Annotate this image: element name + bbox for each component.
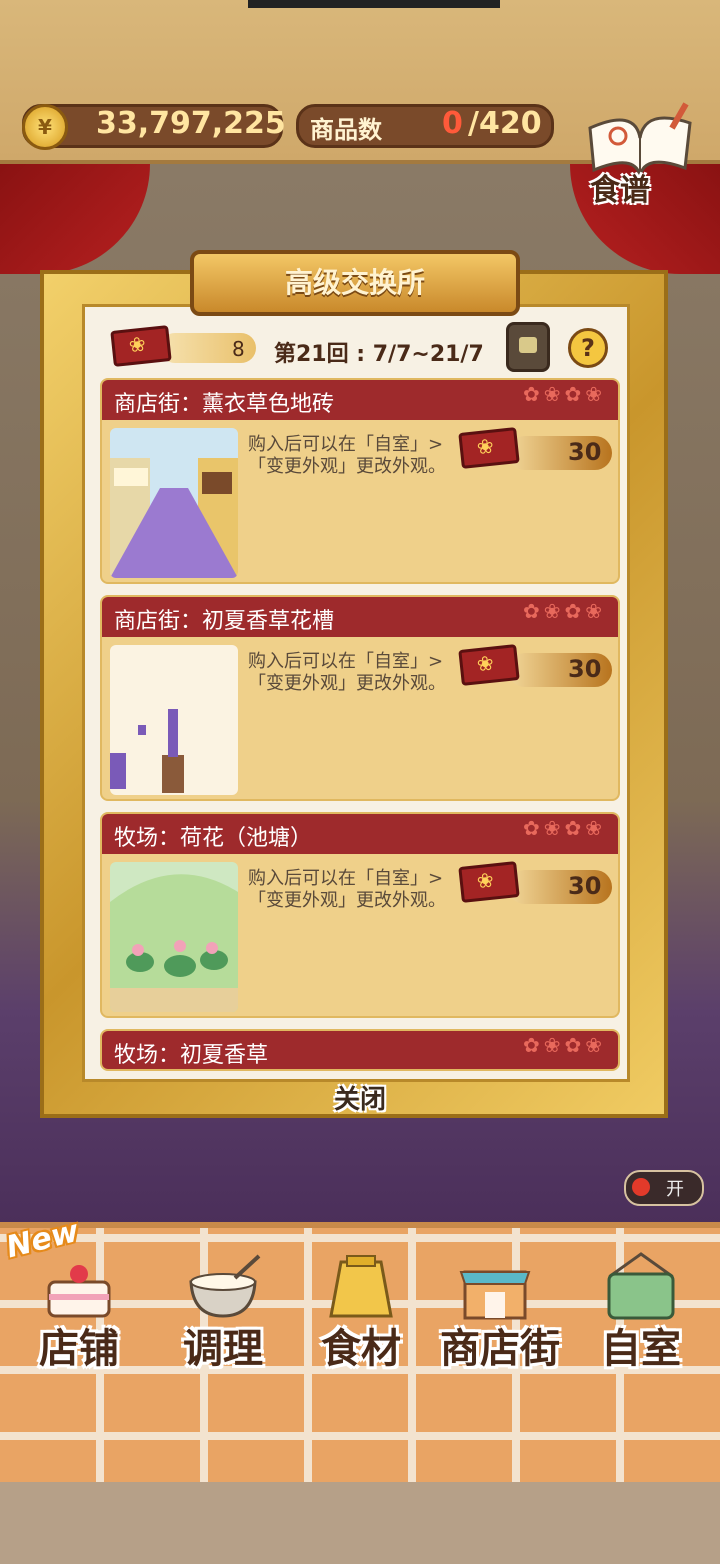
open-toggle-label: 开 bbox=[666, 1179, 684, 1200]
item-title: 商店街：薰衣草色地砖 bbox=[114, 392, 335, 417]
lotus-pond-preview bbox=[110, 862, 238, 1012]
money-value: 33,797,225 bbox=[96, 106, 286, 141]
exchange-round-period: 第21回 : 7/7~21/7 bbox=[274, 342, 484, 367]
floor bbox=[0, 1482, 720, 1564]
close-button[interactable]: 关闭 bbox=[300, 1078, 420, 1122]
nav-cooking-label: 调理 bbox=[183, 1326, 263, 1372]
exchange-ticket-icon bbox=[458, 644, 520, 686]
nav-ingredients-button[interactable]: 食材 bbox=[296, 1232, 426, 1382]
flour-sack-icon bbox=[329, 1255, 393, 1318]
item-price: 30 bbox=[568, 438, 602, 466]
close-button-label: 关闭 bbox=[333, 1085, 386, 1115]
item-price: 30 bbox=[568, 872, 602, 900]
item-title: 牧场：初夏香草 bbox=[114, 1043, 269, 1068]
recipe-label: 食谱 bbox=[590, 173, 650, 208]
goods-count-label: 商品数 bbox=[310, 116, 382, 144]
nav-shopping-street-button[interactable]: 商店街 bbox=[430, 1232, 570, 1382]
yen-coin-icon: ¥ bbox=[22, 104, 68, 150]
exchange-item-card[interactable]: 商店街：薰衣草色地砖 ✿❀✿❀ 购入后可以在「自室」>「变更外观」更改外观。 3… bbox=[100, 378, 620, 584]
exchange-ticket-icon bbox=[458, 427, 520, 469]
modal-title-plate: 高级交换所 bbox=[190, 250, 520, 316]
lavender-tile-preview bbox=[110, 428, 238, 578]
nav-my-room-label: 自室 bbox=[601, 1326, 681, 1372]
rose-decoration-icon: ✿❀✿❀ bbox=[522, 816, 606, 840]
rose-decoration-icon: ✿❀✿❀ bbox=[522, 382, 606, 406]
nav-shopping-street-label: 商店街 bbox=[440, 1326, 560, 1372]
mixing-bowl-icon bbox=[189, 1254, 261, 1318]
exchange-ticket-icon bbox=[110, 325, 172, 367]
nav-my-room-button[interactable]: 自室 bbox=[576, 1232, 706, 1382]
capsule-machine-button[interactable] bbox=[506, 322, 550, 372]
item-description: 购入后可以在「自室」>「变更外观」更改外观。 bbox=[248, 434, 446, 477]
camera-notch bbox=[248, 0, 500, 8]
exchange-item-card[interactable]: 牧场：初夏香草 ✿❀✿❀ bbox=[100, 1029, 620, 1071]
item-title: 商店街：初夏香草花槽 bbox=[114, 609, 335, 634]
cake-icon bbox=[47, 1265, 111, 1318]
item-price: 30 bbox=[568, 655, 602, 683]
nav-ingredients-label: 食材 bbox=[321, 1326, 401, 1372]
item-description: 购入后可以在「自室」>「变更外观」更改外观。 bbox=[248, 651, 446, 694]
exchange-item-card[interactable]: 牧场：荷花（池塘） ✿❀✿❀ 购入后可以在「自室」>「变更外观」更改外观。 30 bbox=[100, 812, 620, 1018]
exchange-item-card[interactable]: 商店街：初夏香草花槽 ✿❀✿❀ 购入后可以在「自室」>「变更外观」更改外观。 3… bbox=[100, 595, 620, 801]
open-toggle[interactable]: 开 bbox=[624, 1170, 704, 1206]
storefront-icon bbox=[459, 1270, 531, 1320]
ticket-count-value: 8 bbox=[232, 337, 245, 361]
goods-count-max: /420 bbox=[468, 106, 542, 141]
item-title: 牧场：荷花（池塘） bbox=[114, 826, 313, 851]
item-description: 购入后可以在「自室」>「变更外观」更改外观。 bbox=[248, 868, 446, 911]
rose-decoration-icon: ✿❀✿❀ bbox=[522, 599, 606, 623]
rose-decoration-icon: ✿❀✿❀ bbox=[522, 1033, 606, 1057]
help-button[interactable]: ? bbox=[568, 328, 608, 368]
goods-count-current: 0 bbox=[442, 106, 463, 141]
exchange-ticket-icon bbox=[458, 861, 520, 903]
status-dot-icon bbox=[632, 1178, 650, 1196]
staff-only-sign-icon bbox=[607, 1252, 675, 1320]
modal-title: 高级交换所 bbox=[284, 266, 425, 299]
herb-planter-preview bbox=[110, 645, 238, 795]
nav-shop-label: 店铺 bbox=[39, 1326, 119, 1372]
nav-cooking-button[interactable]: 调理 bbox=[158, 1232, 288, 1382]
